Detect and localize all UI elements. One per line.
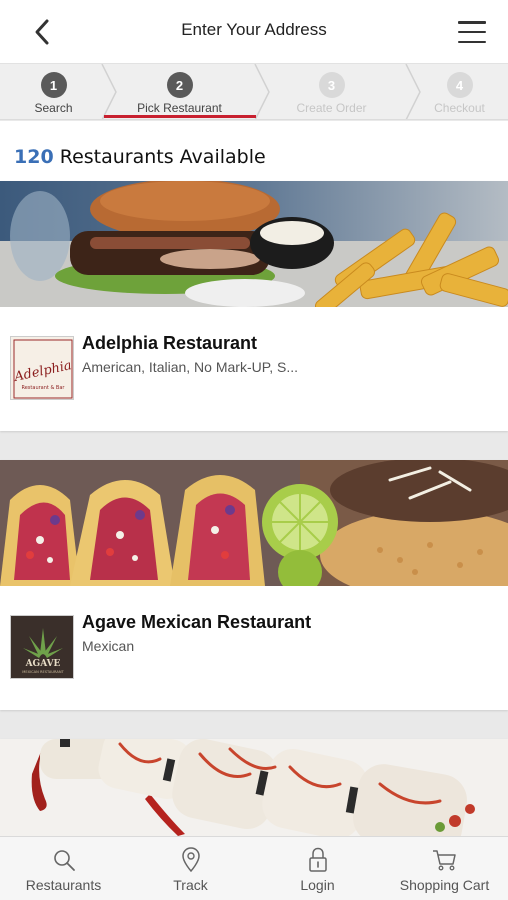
location-pin-icon xyxy=(181,847,200,873)
step-label: Pick Restaurant xyxy=(137,101,222,115)
nav-label: Track xyxy=(173,877,208,893)
step-number: 1 xyxy=(40,72,67,98)
restaurant-photo xyxy=(0,181,508,307)
step-number: 2 xyxy=(166,72,193,98)
page-title[interactable]: Enter Your Address xyxy=(0,20,508,40)
cart-icon xyxy=(432,850,456,871)
restaurant-photo xyxy=(0,739,508,836)
step-number: 3 xyxy=(318,72,345,98)
nav-shopping-cart[interactable]: Shopping Cart xyxy=(381,837,508,900)
results-label: Restaurants Available xyxy=(59,146,266,168)
nav-label: Shopping Cart xyxy=(399,877,490,893)
restaurant-card[interactable]: AGAVE MEXICAN RESTAURANT Agave Mexican R… xyxy=(0,460,508,710)
restaurant-card[interactable] xyxy=(0,739,508,836)
results-count: 120 xyxy=(14,146,54,168)
active-step-indicator xyxy=(104,115,256,118)
restaurant-card[interactable]: Adelphia Restaurant & Bar Adelphia Resta… xyxy=(0,181,508,431)
bottom-navigation: Restaurants Track Login Shopping Cart xyxy=(0,836,508,900)
restaurant-logo: AGAVE MEXICAN RESTAURANT xyxy=(10,615,74,679)
results-summary: 120 Restaurants Available xyxy=(0,121,508,181)
step-pick-restaurant[interactable]: 2 Pick Restaurant xyxy=(116,64,243,119)
restaurant-name: Adelphia Restaurant xyxy=(82,333,258,353)
logo-subtext: MEXICAN RESTAURANT xyxy=(22,670,64,674)
logo-subtext: Restaurant & Bar xyxy=(21,385,65,391)
step-create-order: 3 Create Order xyxy=(268,64,395,119)
logo-text: AGAVE xyxy=(25,659,61,669)
step-number: 4 xyxy=(446,72,473,98)
restaurant-name: Agave Mexican Restaurant xyxy=(82,612,312,632)
nav-restaurants[interactable]: Restaurants xyxy=(0,837,127,900)
restaurant-cuisine: Mexican xyxy=(82,638,135,654)
nav-label: Login xyxy=(300,877,335,893)
menu-line xyxy=(458,40,486,43)
lock-icon xyxy=(308,847,327,872)
step-label: Checkout xyxy=(434,101,485,115)
search-icon xyxy=(53,850,75,871)
restaurant-cuisine: American, Italian, No Mark-UP, S... xyxy=(82,359,299,375)
results-count-text: 120 Restaurants Available xyxy=(14,146,266,168)
menu-line xyxy=(458,21,486,24)
restaurant-photo xyxy=(0,460,508,586)
nav-label: Restaurants xyxy=(25,877,102,893)
hamburger-menu-button[interactable] xyxy=(454,16,490,48)
restaurant-logo: Adelphia Restaurant & Bar xyxy=(10,336,74,400)
nav-track[interactable]: Track xyxy=(127,837,254,900)
step-checkout: 4 Checkout xyxy=(396,64,508,119)
nav-login[interactable]: Login xyxy=(254,837,381,900)
step-label: Create Order xyxy=(296,101,367,115)
app-header: Enter Your Address xyxy=(0,0,508,64)
menu-line xyxy=(458,30,486,34)
progress-stepper: 1 Search 2 Pick Restaurant 3 Create Orde… xyxy=(0,64,508,120)
